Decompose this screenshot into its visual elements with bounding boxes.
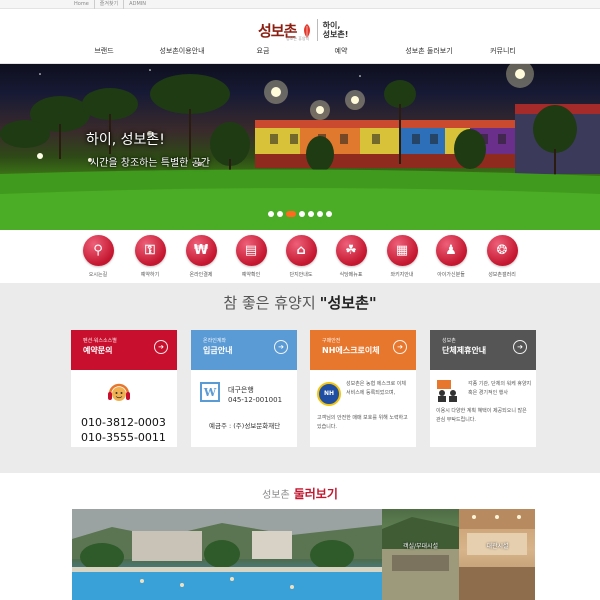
card-escrow[interactable]: 구매안전 NH에스크로이체 ➔ NH 성보촌은 농협 에스크로 이체 서비스에 … — [310, 330, 416, 447]
gallery-label-hall: 대관시설 — [486, 543, 509, 550]
escrow-text-2: 고객님의 안전한 매매 보호를 위해 노력하고 있습니다. — [317, 415, 408, 430]
utility-bar: Home 즐겨찾기 ADMIN — [0, 0, 600, 9]
gallery-label-rooms: 객실/부대시설 — [402, 543, 439, 550]
logo-divider — [316, 19, 318, 41]
arrow-right-icon[interactable]: ➔ — [274, 340, 288, 354]
phone-number-1: 010-3812-0003 — [81, 416, 166, 429]
people-icon: ♟ — [435, 235, 467, 266]
account-holder: 예금주 : (주)성보문화재단 — [209, 422, 281, 430]
quick-item-reserve[interactable]: ⚿ 예약하기 — [125, 235, 175, 278]
slide-indicators — [0, 211, 600, 217]
film-icon: ❂ — [486, 235, 518, 266]
nh-logo: NH — [317, 382, 341, 406]
hero-banner[interactable]: 하이, 성보촌! 시간을 창조하는 특별한 공간 — [0, 64, 600, 230]
quick-item-payment[interactable]: ₩ 온라인결제 — [176, 235, 226, 278]
quick-item-directions[interactable]: ⚲ 오시는길 — [73, 235, 123, 278]
group-text-1: 각종 기관, 단체의 워케 휴양지 혹은 경기적인 행사 — [468, 381, 532, 396]
group-text-2: 이용시 다양한 계획 혜택이 제공되오니 많은 관심 부탁드립니다. — [436, 408, 527, 423]
slide-dot[interactable] — [299, 211, 305, 217]
hero-caption-subtitle: 시간을 창조하는 특별한 공간 — [90, 158, 210, 169]
gallery-photo-pool[interactable] — [72, 509, 382, 600]
main-nav: 브랜드 성보촌이용안내 요금 예약 성보촌 둘러보기 커뮤니티 — [0, 44, 600, 64]
won-icon: ₩ — [185, 235, 217, 266]
arrow-right-icon[interactable]: ➔ — [154, 340, 168, 354]
presentation-icon — [437, 380, 457, 402]
quick-item-visitors[interactable]: ♟ 아이가신분들 — [426, 235, 476, 278]
hall-photo — [459, 509, 535, 600]
slide-dot-active[interactable] — [286, 211, 296, 217]
section-title: 참 좋은 휴양지 "성보촌" — [223, 294, 377, 312]
slide-dot[interactable] — [317, 211, 323, 217]
account-number: 045-12-001001 — [228, 396, 283, 404]
logo-tagline: 하이, 성보촌! — [322, 21, 349, 39]
nav-item-community[interactable]: 커뮤니티 — [490, 44, 516, 64]
bank-logo-icon: W — [200, 382, 220, 402]
card-group-body: 각종 기관, 단체의 워케 휴양지 혹은 경기적인 행사 이용시 다양한 계획 … — [430, 370, 536, 447]
hero-caption-title: 하이, 성보촌! — [86, 132, 165, 148]
rooms-photo — [382, 517, 459, 600]
quick-item-map[interactable]: ⌂ 단지안내도 — [276, 235, 326, 278]
info-section: 참 좋은 휴양지 "성보촌" 펜션·워스소스별 예약문의 ➔ 010-3812-0… — [0, 283, 600, 473]
utility-links: Home 즐겨찾기 ADMIN — [74, 0, 151, 9]
search-icon: ⚲ — [82, 235, 114, 266]
slide-dot[interactable] — [308, 211, 314, 217]
quick-item-confirm[interactable]: ▤ 예약확인 — [226, 235, 276, 278]
phone-number-2: 010-3555-0011 — [81, 431, 166, 444]
utility-link-home[interactable]: Home — [74, 0, 95, 9]
tour-gallery: 객실/부대시설 대관시설 — [72, 509, 535, 600]
header: 성보촌 성보촌 휴양지 하이, 성보촌! — [0, 9, 600, 44]
card-account-body: W 대구은행 045-12-001001 예금주 : (주)성보문화재단 — [191, 370, 297, 447]
site-logo[interactable]: 성보촌 성보촌 휴양지 하이, 성보촌! — [258, 19, 348, 41]
card-reservation-header: 펜션·워스소스별 예약문의 ➔ — [71, 330, 177, 370]
plant-icon: ☘ — [335, 235, 367, 266]
escrow-text-1: 성보촌은 농협 에스크로 이체 서비스에 등록되었으며, — [346, 381, 406, 396]
slide-dot[interactable] — [277, 211, 283, 217]
quick-item-guide[interactable]: ▦ 와키지안내 — [377, 235, 427, 278]
pool-photo — [72, 509, 382, 600]
nav-item-guide[interactable]: 성보촌이용안내 — [159, 44, 204, 64]
nav-item-reservation[interactable]: 예약 — [335, 44, 348, 64]
arrow-right-icon[interactable]: ➔ — [513, 340, 527, 354]
arrow-right-icon[interactable]: ➔ — [393, 340, 407, 354]
map-icon: ⌂ — [285, 235, 317, 266]
grid-icon: ▦ — [386, 235, 418, 266]
nav-item-tour[interactable]: 성보촌 둘러보기 — [405, 44, 452, 64]
quick-item-gallery[interactable]: ❂ 성보촌갤러리 — [477, 235, 527, 278]
card-reservation-body: 010-3812-0003 010-3555-0011 — [71, 370, 177, 447]
card-account[interactable]: 온라인계좌 입금안내 ➔ W 대구은행 045-12-001001 예금주 : … — [191, 330, 297, 447]
tour-title: 성보촌 둘러보기 — [262, 487, 338, 501]
card-account-header: 온라인계좌 입금안내 ➔ — [191, 330, 297, 370]
lock-icon: ⚿ — [134, 235, 166, 266]
utility-link-bookmark[interactable]: 즐겨찾기 — [95, 0, 125, 9]
nav-item-rates[interactable]: 요금 — [257, 44, 270, 64]
card-reservation[interactable]: 펜션·워스소스별 예약문의 ➔ 010-3812-0003 010-3555-0… — [71, 330, 177, 447]
gallery-photo-rooms[interactable]: 객실/부대시설 — [382, 509, 459, 600]
card-group-header: 성보촌 단체제휴안내 ➔ — [430, 330, 536, 370]
slide-dot[interactable] — [326, 211, 332, 217]
card-escrow-body: NH 성보촌은 농협 에스크로 이체 서비스에 등록되었으며, 고객님의 안전한… — [310, 370, 416, 447]
quick-item-menu[interactable]: ☘ 식당메뉴표 — [326, 235, 376, 278]
utility-link-admin[interactable]: ADMIN — [124, 0, 151, 9]
gallery-photo-hall[interactable]: 대관시설 — [459, 509, 535, 600]
slide-dot[interactable] — [268, 211, 274, 217]
document-icon: ▤ — [235, 235, 267, 266]
bank-name: 대구은행 — [228, 386, 254, 394]
card-group[interactable]: 성보촌 단체제휴안내 ➔ 각종 기관, 단체의 워케 휴양지 혹은 경기적인 행… — [430, 330, 536, 447]
logo-subtitle: 성보촌 휴양지 — [286, 36, 310, 41]
card-escrow-header: 구매안전 NH에스크로이체 ➔ — [310, 330, 416, 370]
headset-icon — [108, 383, 130, 401]
quick-menu: ⚲ 오시는길 ⚿ 예약하기 ₩ 온라인결제 ▤ 예약확인 ⌂ 단지안내도 ☘ 식… — [0, 230, 600, 282]
nav-item-brand[interactable]: 브랜드 — [94, 44, 113, 64]
